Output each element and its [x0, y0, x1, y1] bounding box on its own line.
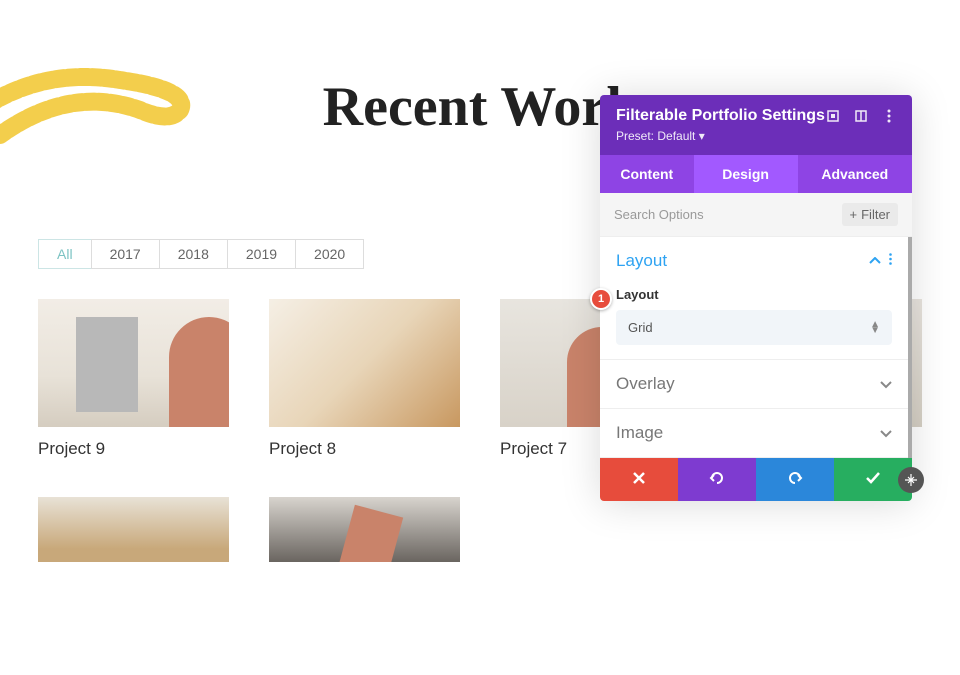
more-icon[interactable] [882, 109, 896, 123]
section-layout: Layout Layout Grid ▲▼ [600, 237, 908, 360]
chevron-down-icon [880, 425, 892, 441]
close-button[interactable] [600, 458, 678, 501]
annotation-badge-1: 1 [590, 288, 612, 310]
project-title: Project 9 [38, 439, 229, 459]
search-row: Search Options + Filter [600, 193, 912, 237]
filter-tab-2017[interactable]: 2017 [91, 239, 160, 269]
field-label-layout: Layout [616, 287, 892, 302]
select-arrows-icon: ▲▼ [870, 322, 880, 334]
portfolio-card[interactable] [38, 497, 229, 562]
portfolio-grid-row2 [38, 497, 922, 562]
help-icon[interactable] [854, 109, 868, 123]
more-icon[interactable] [889, 252, 892, 270]
tab-design[interactable]: Design [694, 155, 798, 193]
undo-button[interactable] [678, 458, 756, 501]
section-title: Overlay [616, 374, 675, 394]
plus-icon: + [850, 207, 858, 222]
settings-panel: Filterable Portfolio Settings Preset: De… [600, 95, 912, 501]
project-title: Project 8 [269, 439, 460, 459]
redo-button[interactable] [756, 458, 834, 501]
panel-tabs: Content Design Advanced [600, 155, 912, 193]
chevron-down-icon [880, 376, 892, 392]
panel-body: Layout Layout Grid ▲▼ Overlay Image [600, 237, 912, 458]
portfolio-card[interactable]: Project 9 [38, 299, 229, 459]
tab-advanced[interactable]: Advanced [798, 155, 912, 193]
preset-label[interactable]: Preset: Default ▾ [616, 129, 896, 143]
project-thumbnail [269, 497, 460, 562]
panel-title: Filterable Portfolio Settings [616, 107, 825, 125]
project-thumbnail [38, 497, 229, 562]
portfolio-card[interactable] [269, 497, 460, 562]
section-title: Image [616, 423, 663, 443]
section-header-layout[interactable]: Layout [616, 251, 892, 271]
section-title: Layout [616, 251, 667, 271]
drag-handle[interactable] [898, 467, 924, 493]
filter-tab-2019[interactable]: 2019 [227, 239, 296, 269]
filter-tab-all[interactable]: All [38, 239, 92, 269]
section-overlay: Overlay [600, 360, 908, 409]
project-thumbnail [269, 299, 460, 427]
panel-header[interactable]: Filterable Portfolio Settings Preset: De… [600, 95, 912, 155]
expand-icon[interactable] [826, 109, 840, 123]
decorative-brush-stroke [0, 55, 230, 175]
section-image: Image [600, 409, 908, 458]
section-header-image[interactable]: Image [616, 423, 892, 443]
layout-select[interactable]: Grid ▲▼ [616, 310, 892, 345]
filter-tab-2018[interactable]: 2018 [159, 239, 228, 269]
project-thumbnail [38, 299, 229, 427]
panel-footer-buttons [600, 458, 912, 501]
chevron-up-icon [869, 252, 881, 270]
filter-tab-2020[interactable]: 2020 [295, 239, 364, 269]
section-header-overlay[interactable]: Overlay [616, 374, 892, 394]
tab-content[interactable]: Content [600, 155, 694, 193]
search-input[interactable]: Search Options [614, 207, 842, 222]
filter-button[interactable]: + Filter [842, 203, 898, 226]
chevron-down-icon: ▾ [699, 129, 705, 143]
select-value: Grid [628, 320, 653, 335]
portfolio-card[interactable]: Project 8 [269, 299, 460, 459]
